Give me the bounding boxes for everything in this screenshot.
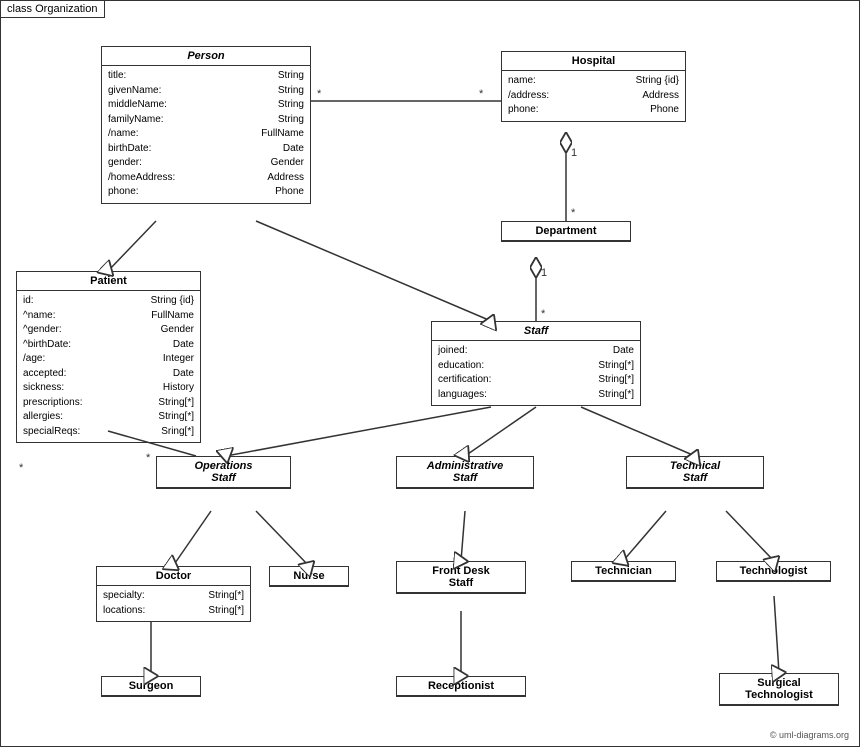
class-hospital-body: name:String {id} /address:Address phone:… <box>502 71 685 121</box>
svg-text:*: * <box>571 207 576 219</box>
svg-text:1: 1 <box>541 267 547 279</box>
class-patient-header: Patient <box>17 272 200 291</box>
class-department-header: Department <box>502 222 630 241</box>
class-operations-staff-header: OperationsStaff <box>157 457 290 488</box>
svg-text:*: * <box>541 308 546 320</box>
svg-text:*: * <box>146 452 151 464</box>
class-department: Department <box>501 221 631 242</box>
class-technician: Technician <box>571 561 676 582</box>
class-hospital: Hospital name:String {id} /address:Addre… <box>501 51 686 122</box>
diagram-title: class Organization <box>1 1 105 18</box>
class-administrative-staff: AdministrativeStaff <box>396 456 534 489</box>
svg-text:1: 1 <box>571 147 577 159</box>
class-administrative-staff-header: AdministrativeStaff <box>397 457 533 488</box>
class-surgical-technologist-header: SurgicalTechnologist <box>720 674 838 705</box>
class-technologist-header: Technologist <box>717 562 830 581</box>
class-person: Person title:String givenName:String mid… <box>101 46 311 204</box>
class-surgeon: Surgeon <box>101 676 201 697</box>
class-operations-staff: OperationsStaff <box>156 456 291 489</box>
svg-text:*: * <box>19 462 24 474</box>
class-doctor-header: Doctor <box>97 567 250 586</box>
class-person-body: title:String givenName:String middleName… <box>102 66 310 203</box>
class-nurse: Nurse <box>269 566 349 587</box>
class-doctor-body: specialty:String[*] locations:String[*] <box>97 586 250 621</box>
class-person-header: Person <box>102 47 310 66</box>
class-staff-body: joined:Date education:String[*] certific… <box>432 341 640 405</box>
class-patient-body: id:String {id} ^name:FullName ^gender:Ge… <box>17 291 200 442</box>
class-nurse-header: Nurse <box>270 567 348 586</box>
class-surgical-technologist: SurgicalTechnologist <box>719 673 839 706</box>
copyright: © uml-diagrams.org <box>770 730 849 740</box>
class-doctor: Doctor specialty:String[*] locations:Str… <box>96 566 251 622</box>
class-receptionist-header: Receptionist <box>397 677 525 696</box>
svg-text:*: * <box>479 88 484 100</box>
svg-text:*: * <box>317 88 322 100</box>
class-staff: Staff joined:Date education:String[*] ce… <box>431 321 641 406</box>
diagram-container: class Organization Person title:String g… <box>0 0 860 747</box>
class-staff-header: Staff <box>432 322 640 341</box>
class-surgeon-header: Surgeon <box>102 677 200 696</box>
class-receptionist: Receptionist <box>396 676 526 697</box>
class-front-desk-staff-header: Front DeskStaff <box>397 562 525 593</box>
class-technician-header: Technician <box>572 562 675 581</box>
class-technical-staff-header: TechnicalStaff <box>627 457 763 488</box>
class-front-desk-staff: Front DeskStaff <box>396 561 526 594</box>
class-hospital-header: Hospital <box>502 52 685 71</box>
class-technologist: Technologist <box>716 561 831 582</box>
class-patient: Patient id:String {id} ^name:FullName ^g… <box>16 271 201 443</box>
class-technical-staff: TechnicalStaff <box>626 456 764 489</box>
